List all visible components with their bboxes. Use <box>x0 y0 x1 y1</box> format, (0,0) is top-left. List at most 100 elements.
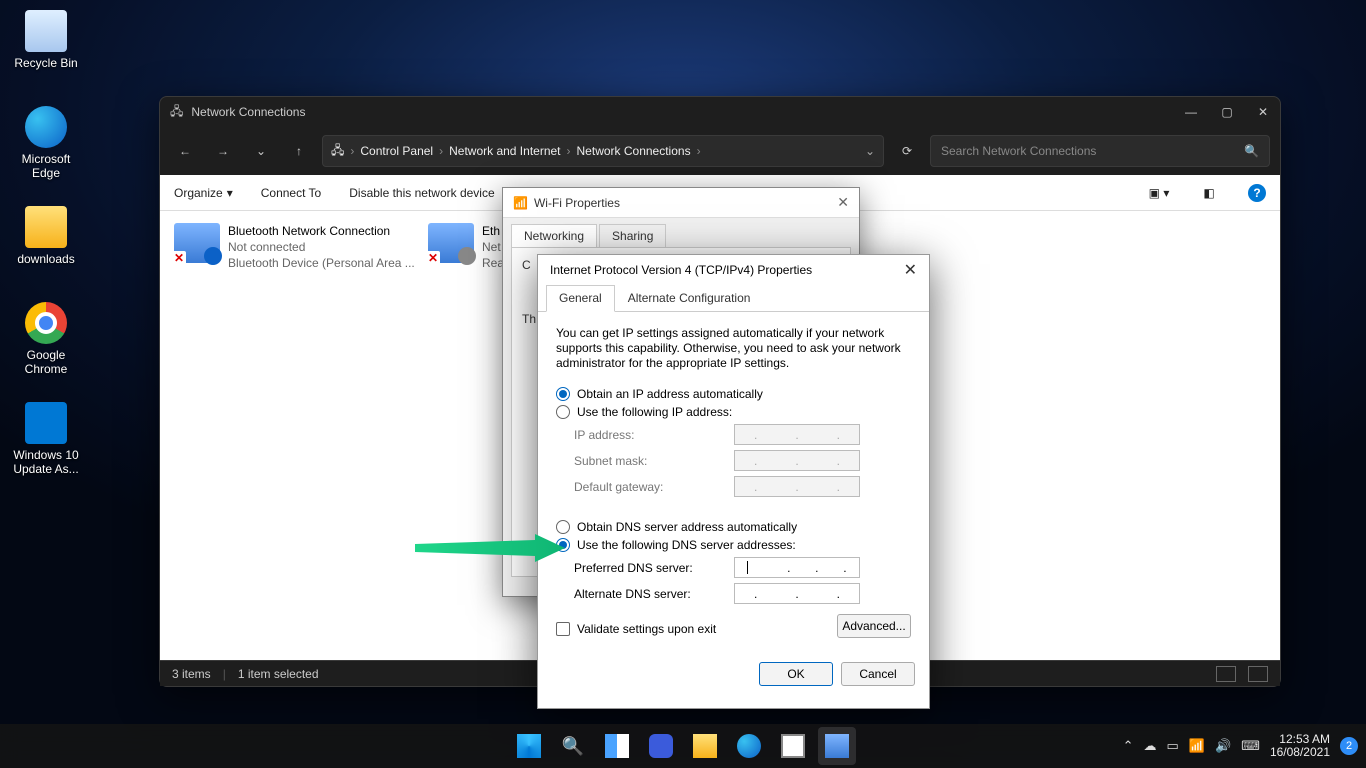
desktop-icon-chrome[interactable]: Google Chrome <box>10 302 82 376</box>
up-button[interactable]: ↑ <box>284 136 314 166</box>
back-button[interactable]: ← <box>170 136 200 166</box>
maximize-button[interactable]: ▢ <box>1220 105 1234 119</box>
notification-badge[interactable]: 2 <box>1340 737 1358 755</box>
desktop-icon-update-assistant[interactable]: Windows 10 Update As... <box>10 402 82 476</box>
tab-sharing[interactable]: Sharing <box>599 224 666 247</box>
clock-date: 16/08/2021 <box>1270 746 1330 759</box>
close-button[interactable]: ✕ <box>1256 105 1270 119</box>
close-button[interactable]: ✕ <box>837 194 849 211</box>
field-label: Preferred DNS server: <box>574 561 734 575</box>
details-view-button[interactable] <box>1216 666 1236 682</box>
connection-status: Net <box>482 239 504 255</box>
radio-use-ip-manual[interactable]: Use the following IP address: <box>556 405 911 419</box>
taskbar: 🔍 ⌃ ☁ ▭ 📶 🔊 ⌨ 12:53 AM 16/08/2021 2 <box>0 724 1366 768</box>
ip-input[interactable]: ... <box>734 557 860 578</box>
ip-input[interactable]: ... <box>734 583 860 604</box>
dialog-titlebar[interactable]: 📶 Wi-Fi Properties ✕ <box>503 188 859 218</box>
radio-use-dns-manual[interactable]: Use the following DNS server addresses: <box>556 538 911 552</box>
network-icon: 🖧 <box>331 141 344 162</box>
radio-obtain-ip-auto[interactable]: Obtain an IP address automatically <box>556 387 911 401</box>
connection-icon: ✕ <box>174 223 220 263</box>
desktop-icon-label: Recycle Bin <box>10 56 82 70</box>
dialog-titlebar[interactable]: Internet Protocol Version 4 (TCP/IPv4) P… <box>538 255 929 285</box>
field-label: Default gateway: <box>574 480 734 494</box>
system-tray: ⌃ ☁ ▭ 📶 🔊 ⌨ 12:53 AM 16/08/2021 2 <box>1123 724 1358 768</box>
address-bar[interactable]: 🖧› Control Panel› Network and Internet› … <box>322 135 884 167</box>
search-icon: 🔍 <box>1244 144 1259 158</box>
desktop-icon-recycle-bin[interactable]: Recycle Bin <box>10 10 82 70</box>
organize-menu[interactable]: Organize ▾ <box>174 186 233 200</box>
address-dropdown[interactable]: ⌄ <box>865 144 875 158</box>
field-label: Subnet mask: <box>574 454 734 468</box>
preview-pane-button[interactable]: ◧ <box>1198 182 1220 204</box>
desktop-icon-label: downloads <box>10 252 82 266</box>
cancel-button[interactable]: Cancel <box>841 662 915 686</box>
tab-alternate-configuration[interactable]: Alternate Configuration <box>615 285 764 311</box>
tray-onedrive-icon[interactable]: ☁ <box>1144 738 1157 754</box>
dialog-title: Internet Protocol Version 4 (TCP/IPv4) P… <box>550 263 904 277</box>
connection-item-bluetooth[interactable]: ✕ Bluetooth Network Connection Not conne… <box>174 223 424 271</box>
connection-status: Not connected <box>228 239 415 255</box>
start-button[interactable] <box>510 727 548 765</box>
taskbar-edge[interactable] <box>730 727 768 765</box>
description-text: You can get IP settings assigned automat… <box>556 326 911 371</box>
ip-input: ... <box>734 424 860 445</box>
taskbar-network-connections[interactable] <box>818 727 856 765</box>
close-button[interactable]: ✕ <box>904 260 917 280</box>
windows-update-icon <box>25 402 67 444</box>
tray-battery-icon[interactable]: ▭ <box>1167 738 1179 754</box>
task-view-button[interactable] <box>598 727 636 765</box>
radio-label: Obtain an IP address automatically <box>577 387 763 401</box>
search-button[interactable]: 🔍 <box>554 727 592 765</box>
field-label: Alternate DNS server: <box>574 587 734 601</box>
recent-dropdown[interactable]: ⌄ <box>246 136 276 166</box>
search-box[interactable]: Search Network Connections 🔍 <box>930 135 1270 167</box>
taskbar-file-explorer[interactable] <box>686 727 724 765</box>
tray-show-hidden[interactable]: ⌃ <box>1123 738 1134 754</box>
chevron-down-icon: ▾ <box>227 186 233 200</box>
breadcrumb-item[interactable]: Control Panel <box>360 144 433 158</box>
radio-obtain-dns-auto[interactable]: Obtain DNS server address automatically <box>556 520 911 534</box>
breadcrumb-item[interactable]: Network and Internet <box>449 144 560 158</box>
breadcrumb-item[interactable]: Network Connections <box>577 144 691 158</box>
tab-networking[interactable]: Networking <box>511 224 597 247</box>
edge-icon <box>25 106 67 148</box>
view-options-button[interactable]: ▣ ▾ <box>1148 182 1170 204</box>
dialog-title: Wi-Fi Properties <box>534 196 837 210</box>
window-titlebar[interactable]: 🖧 Network Connections ― ▢ ✕ <box>160 97 1280 127</box>
recycle-bin-icon <box>25 10 67 52</box>
desktop-icon-downloads[interactable]: downloads <box>10 206 82 266</box>
status-item-count: 3 items <box>172 667 211 681</box>
connect-to-button[interactable]: Connect To <box>261 186 322 200</box>
disable-device-button[interactable]: Disable this network device <box>349 186 494 200</box>
connection-title: Bluetooth Network Connection <box>228 223 415 239</box>
folder-icon <box>25 206 67 248</box>
connection-device: Bluetooth Device (Personal Area ... <box>228 255 415 271</box>
minimize-button[interactable]: ― <box>1184 105 1198 119</box>
ok-button[interactable]: OK <box>759 662 833 686</box>
taskbar-clock[interactable]: 12:53 AM 16/08/2021 <box>1270 733 1330 759</box>
bluetooth-badge-icon <box>204 247 222 265</box>
help-button[interactable]: ? <box>1248 184 1266 202</box>
large-icons-view-button[interactable] <box>1248 666 1268 682</box>
tab-general[interactable]: General <box>546 285 615 312</box>
ethernet-badge-icon <box>458 247 476 265</box>
disabled-x-icon: ✕ <box>172 251 186 265</box>
checkbox-icon <box>556 622 570 636</box>
radio-icon <box>556 520 570 534</box>
tray-language-icon[interactable]: ⌨ <box>1241 738 1260 754</box>
wifi-icon: 📶 <box>513 196 528 210</box>
tray-volume-icon[interactable]: 🔊 <box>1215 738 1231 754</box>
radio-icon <box>556 387 570 401</box>
forward-button[interactable]: → <box>208 136 238 166</box>
widgets-button[interactable] <box>642 727 680 765</box>
taskbar-store[interactable] <box>774 727 812 765</box>
dialog-body: You can get IP settings assigned automat… <box>538 312 929 652</box>
refresh-button[interactable]: ⟳ <box>892 136 922 166</box>
connection-icon: ✕ <box>428 223 474 263</box>
network-icon: 🖧 <box>170 102 183 123</box>
tray-wifi-icon[interactable]: 📶 <box>1189 738 1205 754</box>
desktop-icon-edge[interactable]: Microsoft Edge <box>10 106 82 180</box>
navigation-row: ← → ⌄ ↑ 🖧› Control Panel› Network and In… <box>160 127 1280 175</box>
advanced-button[interactable]: Advanced... <box>837 614 911 638</box>
